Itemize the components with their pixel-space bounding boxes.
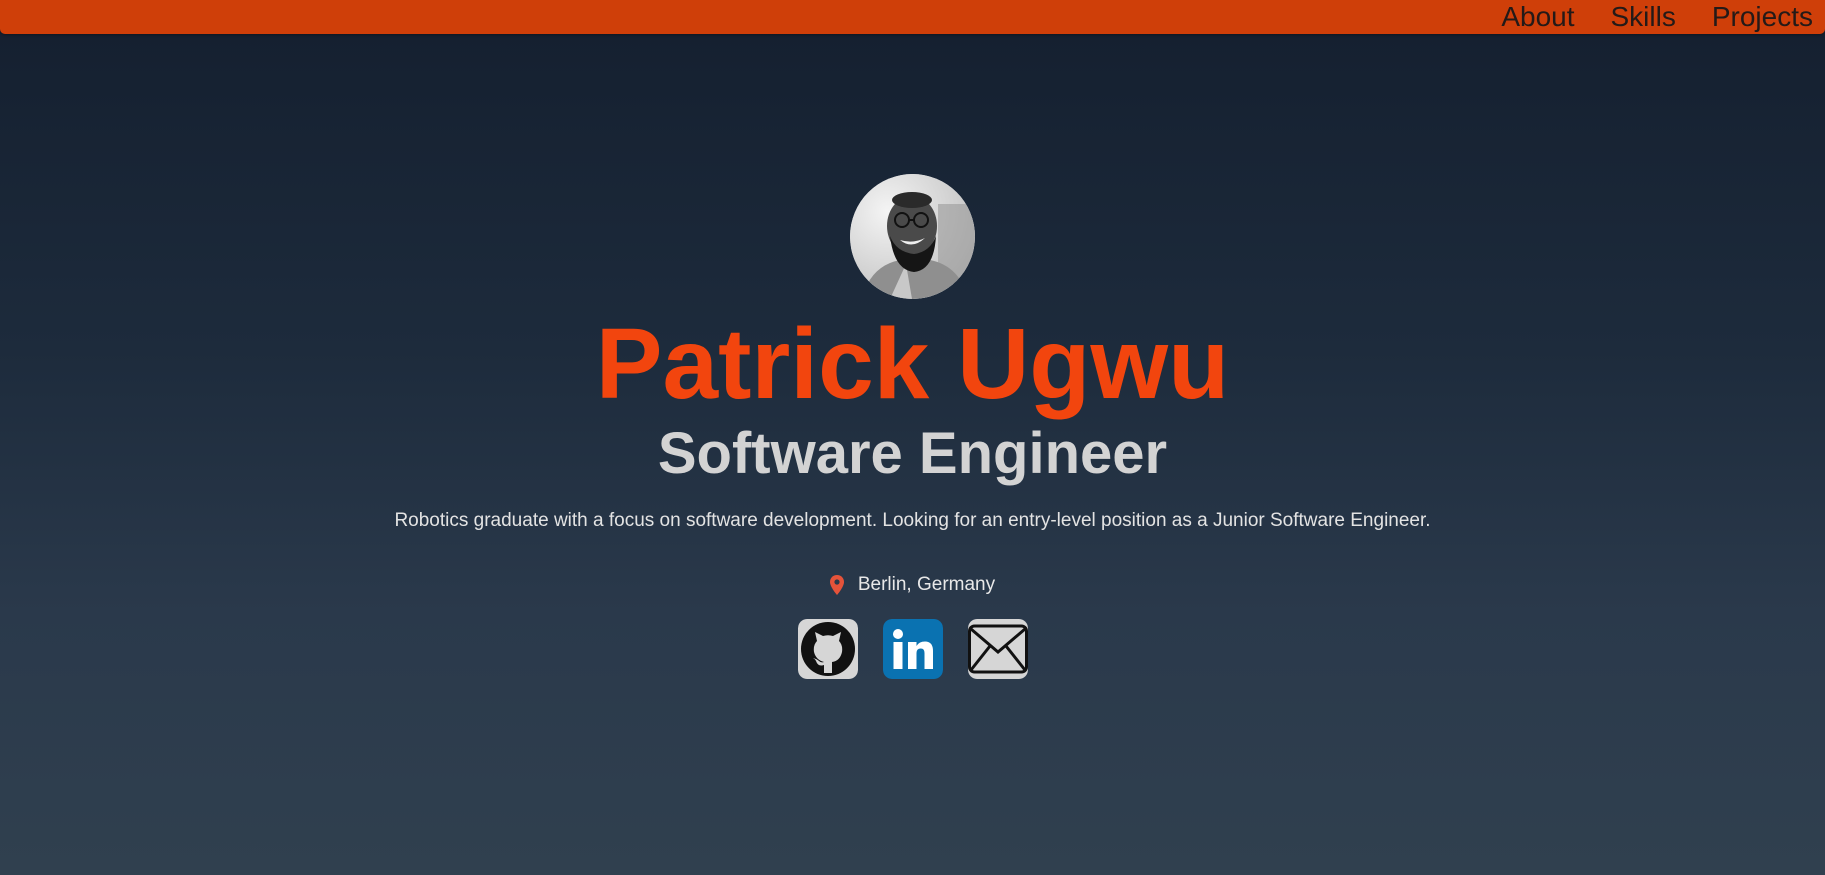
job-title: Software Engineer xyxy=(657,421,1168,486)
nav-link-about[interactable]: About xyxy=(1501,1,1574,33)
nav-link-skills[interactable]: Skills xyxy=(1611,1,1676,33)
person-name: Patrick Ugwu xyxy=(595,308,1230,420)
location-text: Berlin, Germany xyxy=(857,574,996,595)
email-icon[interactable] xyxy=(967,619,1028,679)
nav-menu: About Skills Projects xyxy=(1501,0,1813,34)
hero-section: Patrick Ugwu Software Engineer Robotics … xyxy=(0,174,1825,679)
location: Berlin, Germany xyxy=(829,573,996,597)
top-navigation-bar: About Skills Projects xyxy=(0,0,1825,34)
nav-link-projects[interactable]: Projects xyxy=(1712,1,1813,33)
profile-summary: Robotics graduate with a focus on softwa… xyxy=(394,510,1431,531)
github-icon[interactable] xyxy=(797,619,858,679)
avatar xyxy=(850,174,975,299)
linkedin-icon[interactable] xyxy=(882,619,943,679)
map-pin-icon xyxy=(829,575,844,595)
social-links xyxy=(797,619,1028,679)
